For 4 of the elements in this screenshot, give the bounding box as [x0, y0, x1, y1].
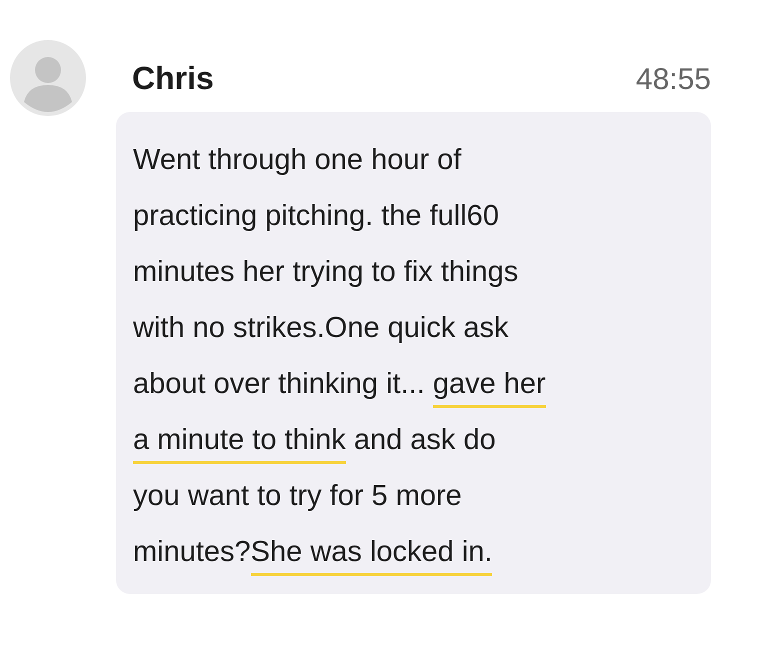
sender-name: Chris — [132, 59, 214, 98]
message-text: Went through one hour of practicing pitching. the full60 minutes her trying to fix things with no strikes.One quick ask about over thinking it... gave her a minute to think and ask do you want to try for 5 more minutes?She was locked in. — [133, 132, 701, 580]
avatar-icon — [10, 40, 86, 116]
message-time: 48:55 — [636, 62, 711, 98]
